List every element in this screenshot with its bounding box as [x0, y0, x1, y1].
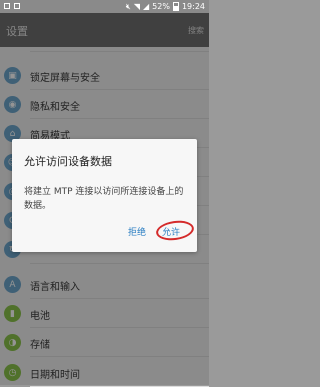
- red-annotation-circle: [154, 218, 196, 243]
- mute-icon: 🔇︎: [125, 2, 131, 11]
- notification-square-icon: [4, 3, 10, 9]
- deny-button[interactable]: 拒绝: [128, 225, 146, 238]
- battery-icon: [172, 2, 179, 11]
- signal-icon: ◢: [143, 2, 150, 11]
- dialog-message: 将建立 MTP 连接以访问所连接设备上的数据。: [24, 187, 184, 211]
- battery-percent: 52%: [152, 2, 170, 11]
- status-bar: 🔇︎ ◥ ◢ 52% 19:24: [0, 0, 209, 13]
- usb-access-dialog: 允许访问设备数据 将建立 MTP 连接以访问所连接设备上的数据。 拒绝 允许: [12, 139, 197, 252]
- wifi-icon: ◥: [133, 2, 140, 11]
- dialog-title: 允许访问设备数据: [24, 155, 112, 168]
- settings-screen: ◆主题▣锁定屏幕与安全◉隐私和安全⌂简易模式☺◎G↻A语言和输入▮电池◑存储◷日…: [0, 0, 209, 387]
- status-time: 19:24: [181, 2, 205, 11]
- notification-square-icon: [14, 3, 20, 9]
